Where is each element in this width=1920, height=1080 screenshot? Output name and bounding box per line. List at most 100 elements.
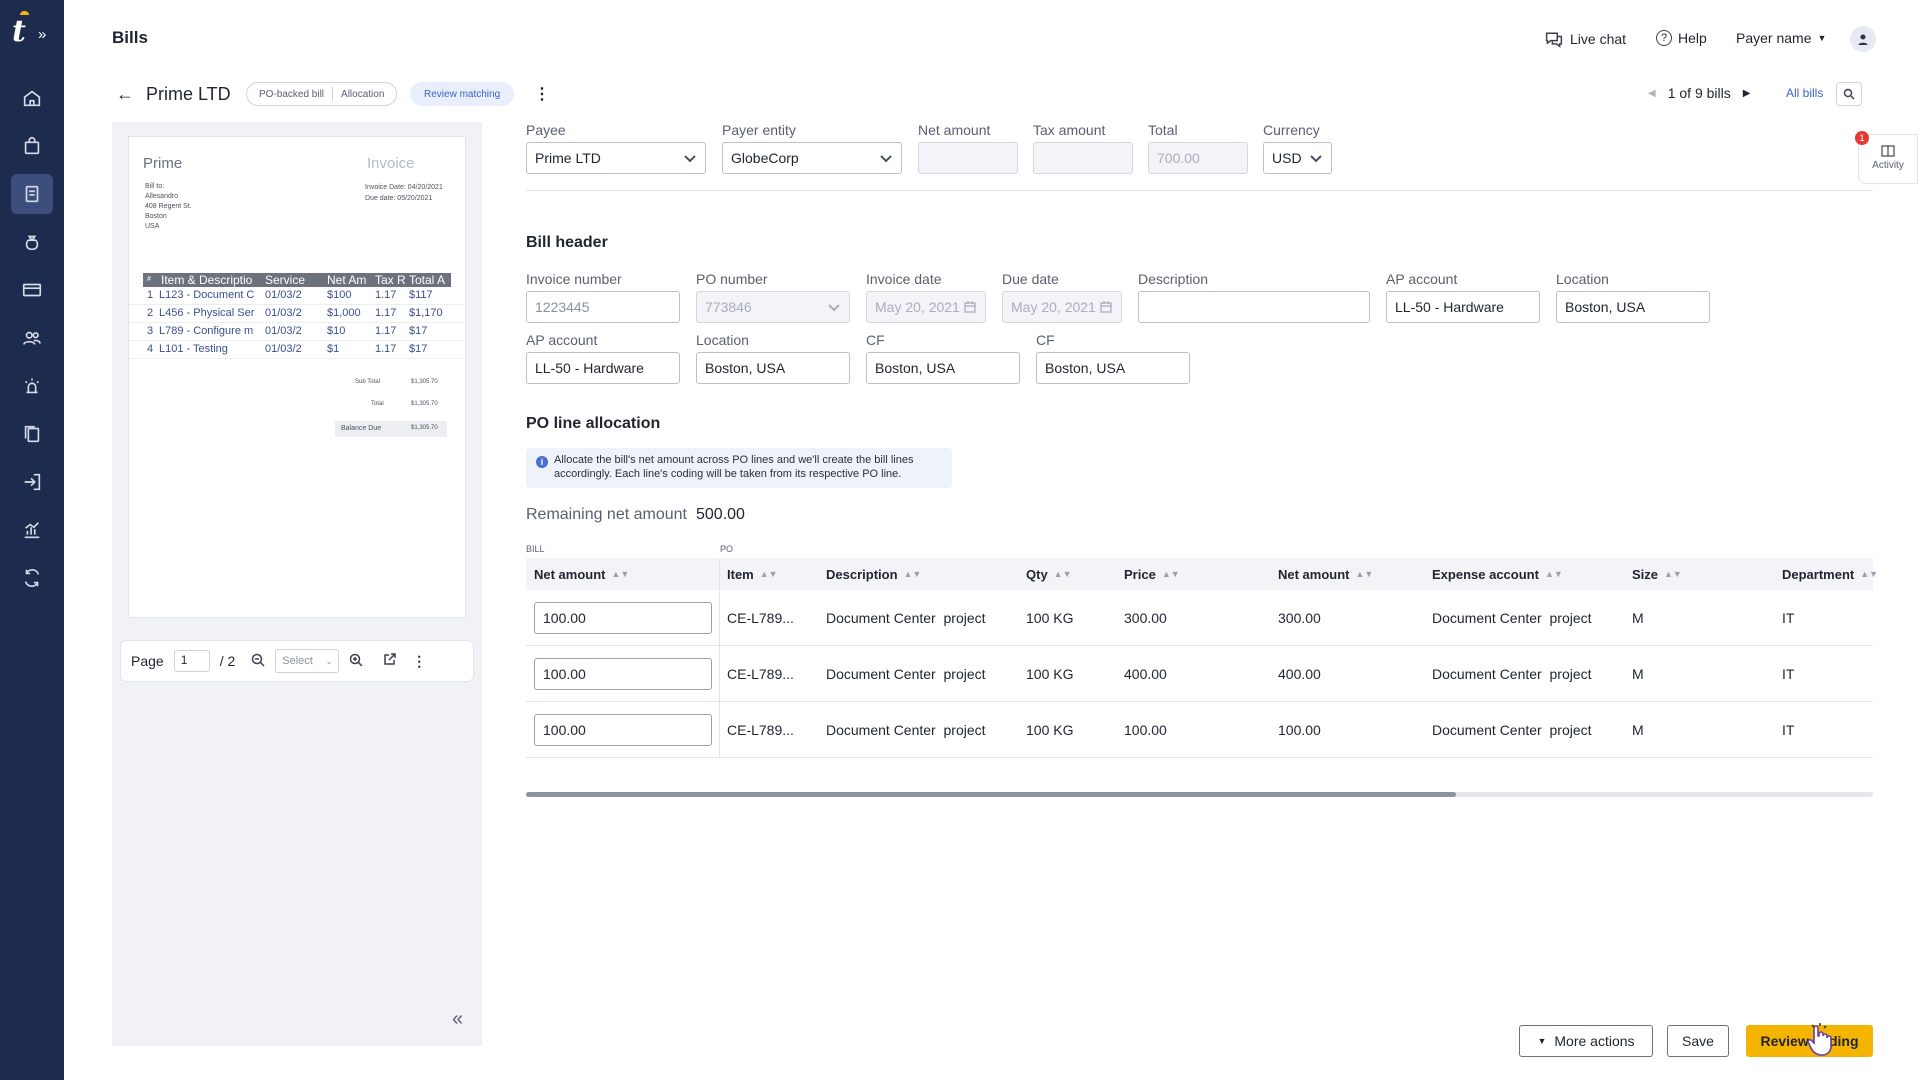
payer-entity-select[interactable]: GlobeCorp	[722, 142, 902, 174]
live-chat-button[interactable]: Live chat	[1544, 30, 1626, 48]
cell-net-amount: 400.00	[1278, 666, 1321, 682]
back-arrow-icon[interactable]: ←	[116, 84, 134, 105]
cell-bill-net-amount: 100.00	[534, 702, 712, 758]
nav-import-icon[interactable]	[11, 462, 53, 502]
activity-label: Activity	[1872, 160, 1904, 171]
open-external-icon[interactable]	[383, 653, 397, 669]
prev-bill-icon[interactable]: ◀	[1648, 88, 1656, 99]
cell-item: CE-L789...	[727, 722, 794, 738]
collapse-panel-icon[interactable]: «	[452, 1008, 463, 1031]
cf-label: CF	[1036, 332, 1055, 348]
nav-bills-icon[interactable]	[11, 174, 53, 214]
cf-input[interactable]: Boston, USA	[866, 352, 1020, 384]
total-value: $1,305.70	[411, 401, 438, 407]
tag-divider	[332, 87, 334, 101]
nav-shopping-bag-icon[interactable]	[11, 126, 53, 166]
page-title: Bills	[112, 28, 148, 47]
activity-panel-toggle[interactable]: 1 Activity	[1855, 131, 1918, 184]
col-expense-account[interactable]: Expense account ▲▼	[1432, 558, 1563, 590]
preview-more-icon[interactable]: ⋮	[412, 653, 426, 670]
po-number-label: PO number	[696, 271, 768, 287]
tag-po-backed: PO-backed bill	[259, 88, 325, 100]
search-button[interactable]	[1836, 82, 1862, 106]
col-po-net-amount[interactable]: Net amount ▲▼	[1278, 558, 1373, 590]
bill-net-amount-input[interactable]: 100.00	[534, 714, 712, 746]
bill-net-amount-input[interactable]: 100.00	[534, 602, 712, 634]
tax-amount-field	[1033, 142, 1133, 174]
group-po-label: PO	[720, 544, 734, 554]
expand-sidebar-icon[interactable]: »	[38, 26, 46, 43]
invoice-line-item: L123 - Document C	[159, 289, 255, 301]
column-header: Size	[1632, 566, 1659, 582]
bill-to-line: Bill to:	[145, 183, 165, 190]
invoice-dates: Invoice Date: 04/20/2021 Due date: 05/20…	[365, 182, 443, 204]
po-allocation-title: PO line allocation	[526, 415, 661, 432]
info-icon: i	[536, 456, 548, 468]
zoom-select[interactable]: Select ⌄	[275, 649, 340, 673]
nav-alarm-icon[interactable]	[11, 366, 53, 406]
payer-dropdown[interactable]: Payer name ▼	[1736, 30, 1826, 46]
col-qty[interactable]: Qty ▲▼	[1026, 558, 1072, 590]
caret-down-icon: ▼	[1537, 1036, 1547, 1046]
all-bills-link[interactable]: All bills	[1786, 86, 1823, 100]
more-actions-button[interactable]: ▼ More actions	[1519, 1025, 1653, 1057]
scrollbar-thumb[interactable]	[526, 792, 1456, 797]
location-input[interactable]: Boston, USA	[696, 352, 850, 384]
cell-qty: 100 KG	[1026, 666, 1074, 682]
invoice-table-header: # Item & Descriptio Service Net Am Tax R…	[143, 273, 451, 287]
nav-home-icon[interactable]	[11, 78, 53, 118]
cell-net-amount: 100.00	[1278, 722, 1321, 738]
cell-bill-net-amount: 100.00	[534, 646, 712, 702]
invoice-col: Net Am	[327, 273, 367, 287]
invoice-line-net: $1	[327, 343, 340, 355]
col-bill-net-amount[interactable]: Net amount ▲▼	[534, 558, 629, 590]
invoice-line-tax: 1.17	[375, 307, 397, 319]
col-size[interactable]: Size ▲▼	[1632, 558, 1682, 590]
total-label: Total	[1148, 122, 1178, 138]
more-options-icon[interactable]: ⋮	[534, 84, 550, 104]
help-button[interactable]: ? Help	[1656, 30, 1707, 46]
page-input[interactable]: 1	[173, 650, 210, 672]
invoice-number-input[interactable]: 1223445	[526, 291, 680, 323]
col-description[interactable]: Description ▲▼	[826, 558, 921, 590]
nav-documents-icon[interactable]	[11, 414, 53, 454]
cell-net-amount: 300.00	[1278, 610, 1321, 626]
cell-expense-account: Document Center project	[1432, 722, 1592, 738]
invoice-date-text: Invoice Date: 04/20/2021	[365, 184, 443, 191]
invoice-line-number: 2	[147, 307, 154, 319]
description-input[interactable]	[1138, 291, 1370, 323]
due-date-value: May 20, 2021	[1011, 299, 1096, 315]
col-department[interactable]: Department ▲▼	[1782, 558, 1878, 590]
cell-size: M	[1632, 722, 1644, 738]
invoice-col: Item & Descriptio	[161, 273, 253, 287]
sidebar: t »	[0, 0, 64, 1080]
bill-net-amount-input[interactable]: 100.00	[534, 658, 712, 690]
nav-reports-icon[interactable]	[11, 510, 53, 550]
hand-cursor-icon	[1804, 1022, 1834, 1058]
currency-select[interactable]: USD	[1263, 142, 1332, 174]
ap-account-input[interactable]: LL-50 - Hardware	[526, 352, 680, 384]
payee-label: Payee	[526, 122, 566, 138]
save-button[interactable]: Save	[1667, 1025, 1729, 1057]
cell-expense-account: Document Center project	[1432, 610, 1592, 626]
col-item[interactable]: Item ▲▼	[727, 558, 778, 590]
nav-card-icon[interactable]	[11, 270, 53, 310]
cf-input[interactable]: Boston, USA	[1036, 352, 1190, 384]
nav-money-bag-icon[interactable]	[11, 222, 53, 262]
cell-qty: 100 KG	[1026, 610, 1074, 626]
total-label: Total	[371, 401, 384, 407]
panel-icon	[1881, 145, 1895, 157]
avatar[interactable]	[1850, 26, 1876, 52]
info-text: Allocate the bill's net amount across PO…	[554, 454, 914, 480]
zoom-out-icon[interactable]	[251, 653, 265, 670]
col-price[interactable]: Price ▲▼	[1124, 558, 1180, 590]
invoice-col: #	[147, 276, 151, 283]
payee-select[interactable]: Prime LTD	[526, 142, 706, 174]
live-chat-label: Live chat	[1570, 31, 1627, 47]
nav-people-icon[interactable]	[11, 318, 53, 358]
location-input[interactable]: Boston, USA	[1556, 291, 1710, 323]
next-bill-icon[interactable]: ▶	[1743, 88, 1751, 99]
nav-sync-icon[interactable]	[11, 558, 53, 598]
ap-account-input[interactable]: LL-50 - Hardware	[1386, 291, 1540, 323]
zoom-in-icon[interactable]	[349, 653, 363, 670]
